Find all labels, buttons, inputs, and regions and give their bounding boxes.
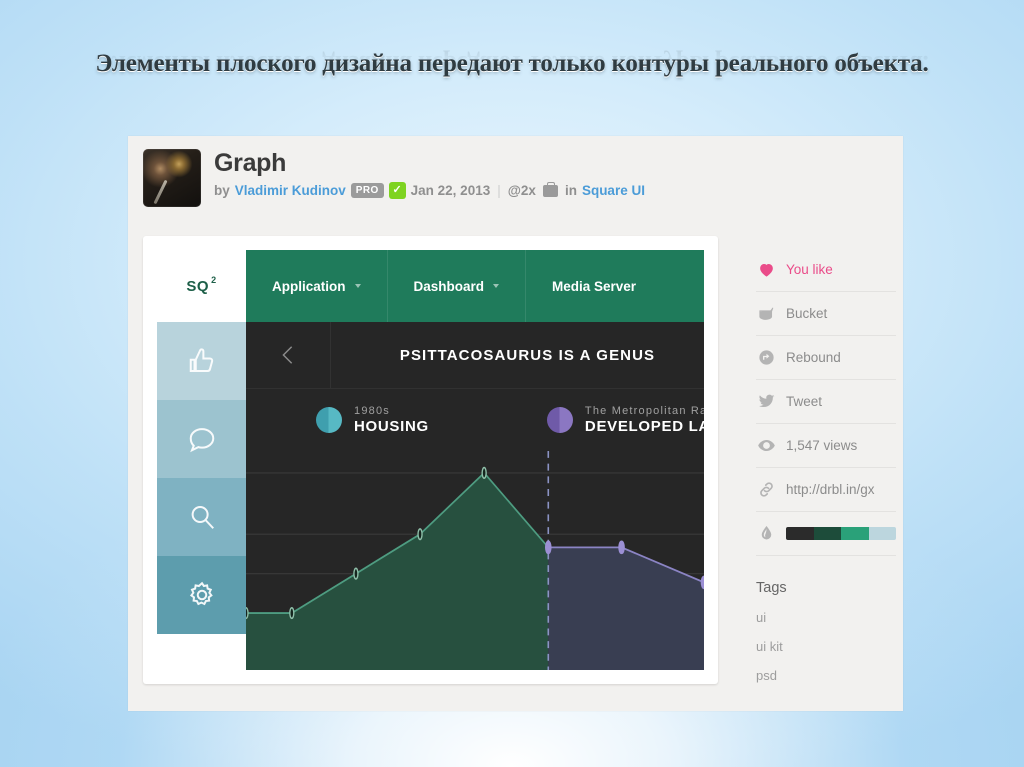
mockup-content: PSITTACOSAURUS IS A GENUS 1980s HOUSING … <box>246 322 704 670</box>
mockup-nav-label: Media Server <box>552 278 637 294</box>
sidebar-row-label: http://drbl.in/gx <box>786 482 875 497</box>
mockup-nav-items: Application Dashboard Media Server <box>246 250 704 322</box>
pro-badge: PRO <box>350 183 384 198</box>
mockup-navbar: SQ 2 Application Dashboard Media Server <box>157 250 704 322</box>
thumbs-up-icon <box>189 348 213 372</box>
chevron-left-icon <box>282 346 293 364</box>
hero-title: PSITTACOSAURUS IS A GENUS <box>399 346 656 364</box>
by-label: by <box>214 183 230 198</box>
sidebar-row-bucket[interactable]: Bucket <box>756 292 896 336</box>
palette-swatch-2 <box>813 527 841 540</box>
area-chart-svg <box>246 451 704 670</box>
droplet-icon <box>756 524 776 544</box>
sidebar-row-label: 1,547 views <box>786 438 858 453</box>
color-palette <box>786 527 896 540</box>
link-icon <box>756 480 776 500</box>
shot-card[interactable]: SQ2 Application Dashboard Media Server <box>143 236 718 684</box>
legend-marker-purple-icon <box>546 407 573 433</box>
chevron-down-icon <box>354 284 361 288</box>
shot-date: Jan 22, 2013 <box>410 183 491 198</box>
legend-sublabel: The Metropolitan Railw <box>584 405 704 417</box>
tag-ui[interactable]: ui <box>756 610 896 625</box>
twitter-bird-icon <box>756 392 776 412</box>
sidebar-row-like[interactable]: You like <box>756 248 896 292</box>
project-link[interactable]: Square UI <box>582 183 645 198</box>
mockup-nav-label: Dashboard <box>413 278 485 294</box>
bucket-icon <box>756 304 776 324</box>
search-icon <box>191 506 214 529</box>
rebound-icon <box>756 348 776 368</box>
chart-legend: 1980s HOUSING The Metropolitan Railw DEV… <box>246 389 704 451</box>
tag-ui-kit[interactable]: ui kit <box>756 639 896 654</box>
mockup-viewport: SQ2 Application Dashboard Media Server <box>157 250 704 670</box>
area-chart <box>246 451 704 670</box>
legend-marker-teal-icon <box>316 407 342 433</box>
sidebar-row-rebound[interactable]: Rebound <box>756 336 896 380</box>
page-title: Элементы плоского дизайна передают тольк… <box>62 48 962 79</box>
sidebar-row-palette <box>756 512 896 556</box>
meta-separator: | <box>497 183 501 198</box>
legend-sublabel: 1980s <box>354 405 390 417</box>
rail-item-search[interactable] <box>157 478 246 556</box>
sidebar-row-link[interactable]: http://drbl.in/gx <box>756 468 896 512</box>
mockup-hero: PSITTACOSAURUS IS A GENUS <box>246 322 704 389</box>
hero-prev-button[interactable] <box>246 322 331 388</box>
mockup-logo-superscript: 2 <box>211 275 217 285</box>
sidebar-row-label: Tweet <box>786 394 823 409</box>
eye-icon <box>756 436 776 456</box>
in-label: in <box>564 183 577 198</box>
chevron-down-icon <box>493 284 500 288</box>
comment-icon <box>189 428 214 453</box>
author-link[interactable]: Vladimir Kudinov <box>235 183 346 198</box>
sidebar-row-tweet[interactable]: Tweet <box>756 380 896 424</box>
briefcase-icon <box>542 181 558 197</box>
retina-label[interactable]: @2x <box>508 183 536 198</box>
gear-icon <box>189 581 213 606</box>
rail-item-comments[interactable] <box>157 400 246 478</box>
page-title-text: Элементы плоского дизайна передают тольк… <box>95 50 929 77</box>
legend-item-developed-land: The Metropolitan Railw DEVELOPED LAND <box>546 404 704 436</box>
mockup-icon-rail <box>157 322 246 670</box>
legend-item-housing: 1980s HOUSING <box>316 404 429 436</box>
shot-title: Graph <box>214 149 287 177</box>
shot-meta: by Vladimir Kudinov PRO ✓ Jan 22, 2013 |… <box>214 181 645 199</box>
verified-check-icon: ✓ <box>388 182 406 199</box>
sidebar-row-label: Bucket <box>786 306 828 321</box>
mockup-nav-item-dashboard[interactable]: Dashboard <box>388 250 527 322</box>
sidebar-row-views: 1,547 views <box>756 424 896 468</box>
palette-swatch-1 <box>786 527 814 540</box>
sidebar-row-label: You like <box>786 262 833 277</box>
avatar[interactable] <box>143 149 201 207</box>
rail-item-likes[interactable] <box>157 322 246 400</box>
heart-icon <box>756 260 776 280</box>
legend-label: HOUSING <box>354 418 429 435</box>
mockup-logo[interactable]: SQ 2 <box>157 250 246 322</box>
mockup-nav-item-media-server[interactable]: Media Server <box>526 250 662 322</box>
rail-item-settings[interactable] <box>157 556 246 634</box>
palette-swatch-4 <box>868 527 896 540</box>
shot-header: Graph by Vladimir Kudinov PRO ✓ Jan 22, … <box>143 149 645 207</box>
mockup-nav-item-application[interactable]: Application <box>246 250 388 322</box>
mockup-nav-label: Application <box>272 278 346 294</box>
mockup-logo-text: SQ <box>186 277 210 295</box>
legend-label: DEVELOPED LAND <box>584 418 704 435</box>
shot-sidebar: You like Bucket Rebound Tweet 1,547 view <box>756 248 896 683</box>
tag-psd[interactable]: psd <box>756 668 896 683</box>
screenshot-panel: Graph by Vladimir Kudinov PRO ✓ Jan 22, … <box>128 136 903 711</box>
palette-swatch-3 <box>841 527 869 540</box>
tags-heading: Tags <box>756 580 787 596</box>
sidebar-row-label: Rebound <box>786 350 841 365</box>
